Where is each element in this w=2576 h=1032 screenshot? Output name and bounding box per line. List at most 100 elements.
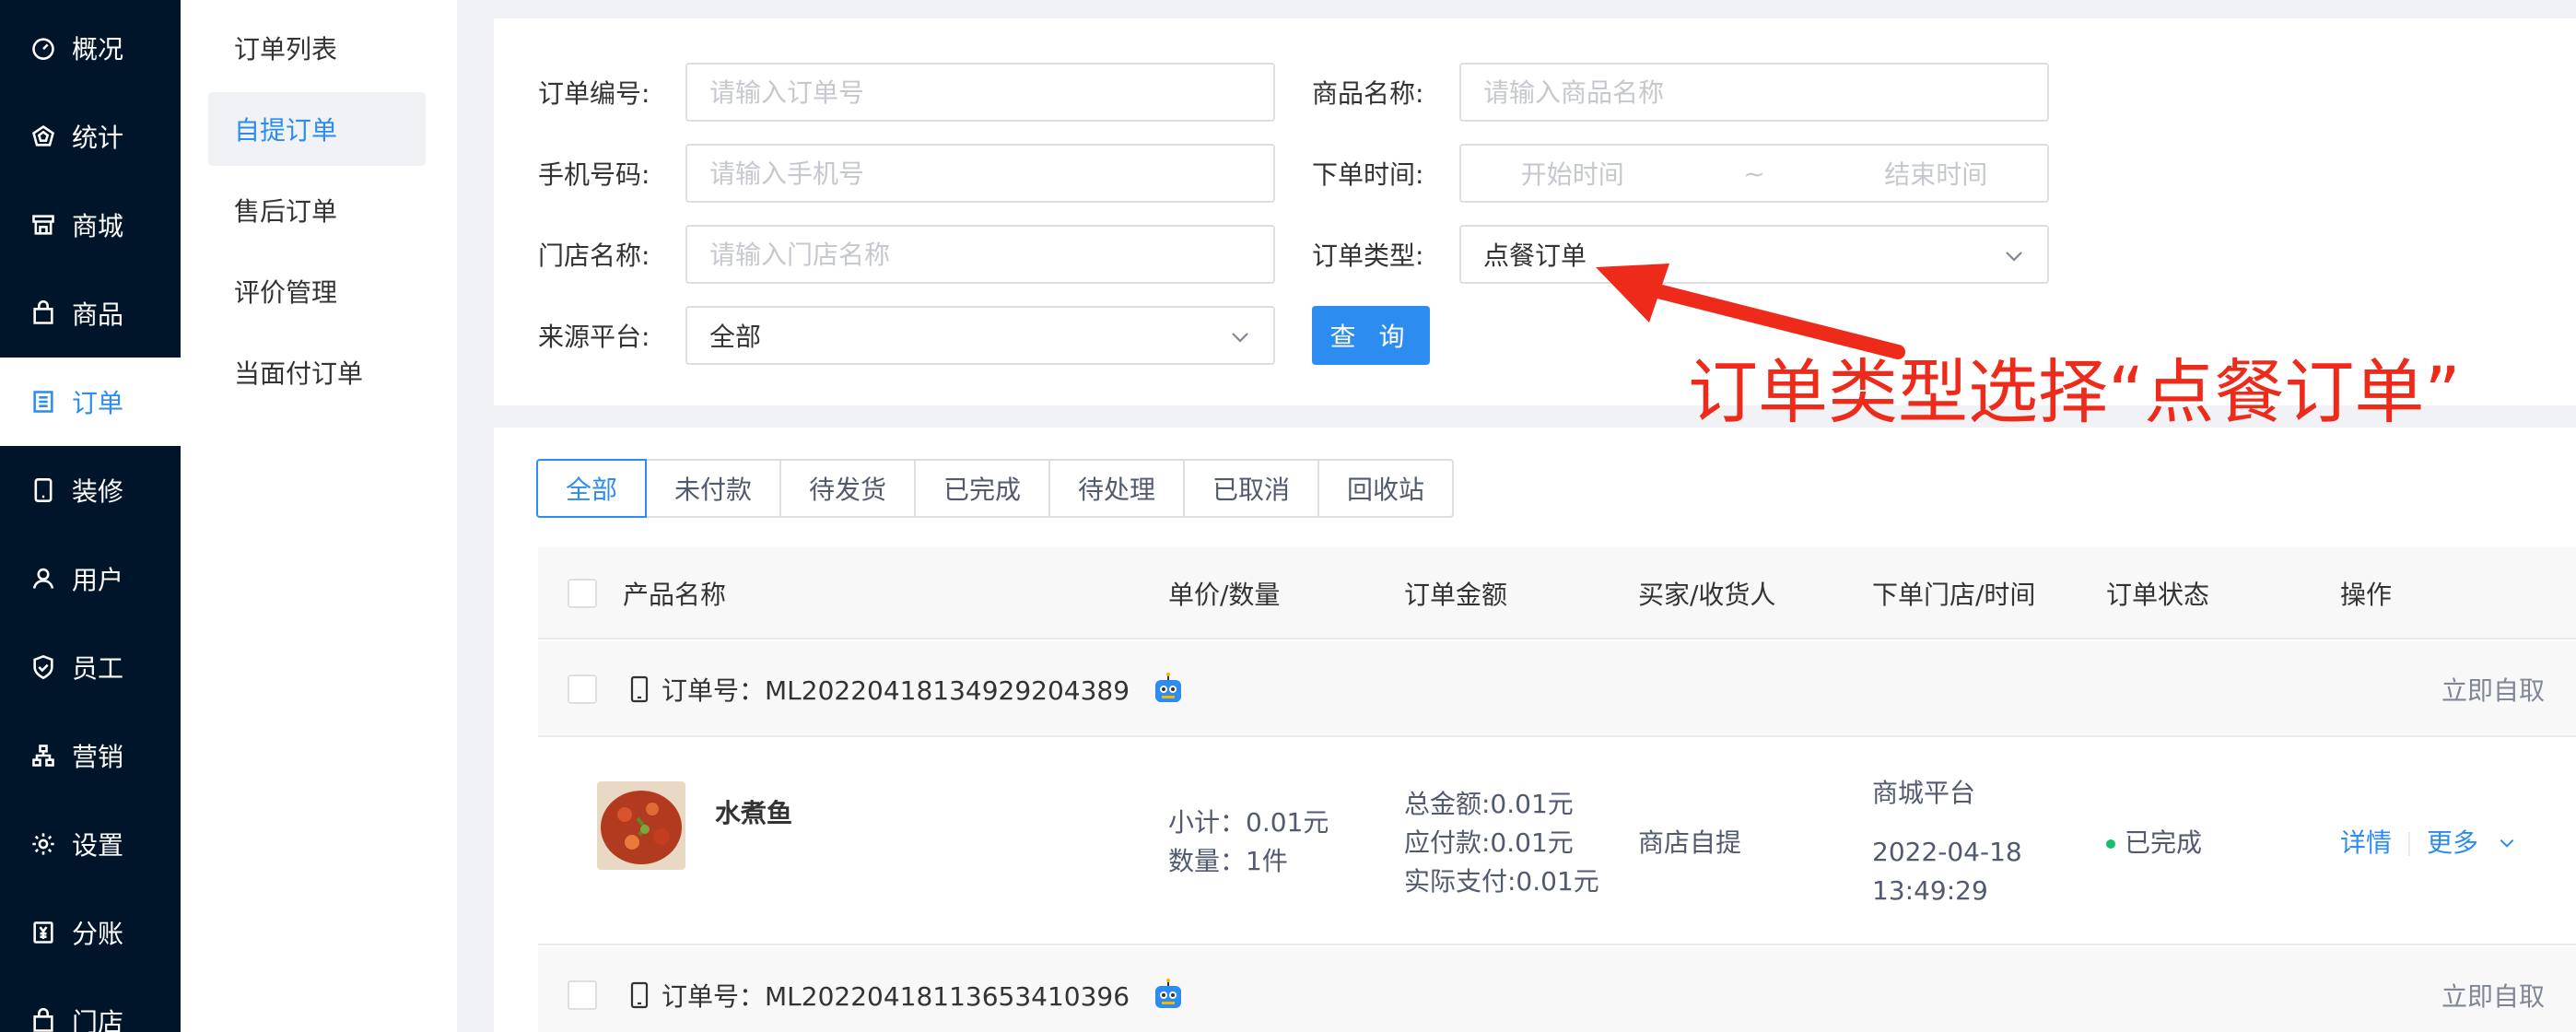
detail-link[interactable]: 详情	[2340, 827, 2392, 858]
order-item-row: 水煮鱼 小计：0.01元 数量：1件 总金额:0.01元 应付款:0.01元 实…	[538, 737, 2576, 945]
nav-item-marketing[interactable]: 营销	[0, 711, 181, 800]
nav-item-products[interactable]: 商品	[0, 269, 181, 358]
nav-item-decoration[interactable]: 装修	[0, 446, 181, 534]
mobile-icon	[630, 981, 649, 1009]
order-checkbox[interactable]	[568, 980, 597, 1010]
submenu-aftersale-orders[interactable]: 售后订单	[208, 173, 426, 247]
nav-label: 用户	[72, 565, 124, 595]
order-number: 订单号：ML20220418134929204389	[630, 641, 1187, 737]
store-label: 门店名称:	[538, 240, 650, 271]
nav-item-users[interactable]: 用户	[0, 534, 181, 623]
phone-input[interactable]	[685, 144, 1275, 203]
product-thumbnail	[597, 781, 685, 870]
nav-label: 门店	[72, 1007, 124, 1032]
nav-label: 设置	[72, 830, 124, 861]
source-platform-select[interactable]: 全部	[685, 306, 1275, 365]
payable-amount: 应付款:0.01元	[1404, 827, 1574, 858]
tablet-icon	[29, 476, 57, 504]
yen-icon	[29, 919, 57, 946]
store-icon	[29, 211, 57, 239]
store-name-input[interactable]	[685, 225, 1275, 284]
tab-pending[interactable]: 待处理	[1048, 459, 1185, 518]
header-actions: 操作	[2340, 580, 2393, 610]
status-text: 已完成	[2125, 827, 2203, 858]
tab-completed[interactable]: 已完成	[914, 459, 1050, 518]
order-header-row: 订单号：ML20220418113653410396 立即自取	[538, 947, 2576, 1032]
chevron-down-icon	[1229, 324, 1251, 346]
end-time-placeholder: 结束时间	[1884, 159, 1988, 190]
order-submenu: 订单列表 自提订单 售后订单 评价管理 当面付订单	[181, 0, 457, 1032]
nav-item-settings[interactable]: 设置	[0, 800, 181, 888]
nav-item-orders[interactable]: 订单	[0, 358, 181, 446]
pickup-now-button[interactable]: 立即自取	[2441, 641, 2545, 737]
tab-to-ship[interactable]: 待发货	[779, 459, 916, 518]
order-number: 订单号：ML20220418113653410396	[630, 947, 1187, 1032]
bag-icon	[29, 299, 57, 327]
tab-all[interactable]: 全部	[536, 459, 647, 518]
header-product: 产品名称	[623, 580, 727, 610]
shield-icon	[29, 653, 57, 681]
submenu-label: 自提订单	[234, 115, 338, 146]
header-buyer: 买家/收货人	[1638, 580, 1776, 610]
row-actions: 详情 更多	[2340, 824, 2516, 863]
range-separator: ~	[1743, 158, 1765, 189]
product-name-label: 商品名称:	[1312, 78, 1424, 109]
user-icon	[29, 565, 57, 592]
query-button[interactable]: 查 询	[1312, 306, 1430, 365]
nav-item-stores[interactable]: 门店	[0, 977, 181, 1032]
tab-unpaid[interactable]: 未付款	[645, 459, 781, 518]
nav-item-mall[interactable]: 商城	[0, 181, 181, 269]
pickup-now-button[interactable]: 立即自取	[2441, 947, 2545, 1032]
list-icon	[29, 388, 57, 416]
nav-label: 分账	[72, 919, 124, 949]
shop-icon	[29, 1007, 57, 1032]
status-dot	[2106, 839, 2115, 849]
submenu-order-list[interactable]: 订单列表	[208, 11, 426, 85]
order-header-row: 订单号：ML20220418134929204389 立即自取	[538, 641, 2576, 737]
store-name: 商城平台	[1872, 778, 1976, 808]
nav-label: 统计	[72, 123, 124, 153]
table-header: 产品名称 单价/数量 订单金额 买家/收货人 下单门店/时间 订单状态 操作	[538, 547, 2576, 639]
nav-item-overview[interactable]: 概况	[0, 4, 181, 92]
mobile-icon	[630, 675, 649, 703]
order-type-value: 点餐订单	[1483, 240, 1587, 271]
quantity: 数量：1件	[1168, 846, 1288, 876]
nav-item-split[interactable]: 分账	[0, 888, 181, 977]
submenu-label: 订单列表	[234, 34, 338, 64]
source-label: 来源平台:	[538, 322, 650, 352]
header-status: 订单状态	[2106, 580, 2210, 610]
order-no-input[interactable]	[685, 63, 1275, 122]
submenu-label: 当面付订单	[234, 358, 364, 389]
tab-cancelled[interactable]: 已取消	[1183, 459, 1319, 518]
order-time-label: 下单时间:	[1312, 159, 1424, 190]
total-amount: 总金额:0.01元	[1404, 789, 1574, 819]
network-icon	[29, 742, 57, 769]
source-value: 全部	[709, 322, 762, 352]
nav-item-staff[interactable]: 员工	[0, 623, 181, 711]
date-range-picker[interactable]: 开始时间 ~ 结束时间	[1459, 144, 2049, 203]
product-name-input[interactable]	[1459, 63, 2049, 122]
nav-label: 营销	[72, 742, 124, 772]
nav-item-stats[interactable]: 统计	[0, 92, 181, 181]
chevron-down-icon[interactable]	[2498, 825, 2516, 863]
nav-label: 装修	[72, 476, 124, 507]
status-tabs: 全部 未付款 待发货 已完成 待处理 已取消 回收站	[536, 459, 1454, 518]
more-link[interactable]: 更多	[2427, 827, 2478, 858]
tab-recycle-bin[interactable]: 回收站	[1317, 459, 1454, 518]
nav-label: 商城	[72, 211, 124, 241]
submenu-label: 售后订单	[234, 196, 338, 227]
header-store-time: 下单门店/时间	[1872, 580, 2036, 610]
order-date: 2022-04-18	[1872, 837, 2022, 867]
submenu-pickup-orders[interactable]: 自提订单	[208, 92, 426, 166]
phone-label: 手机号码:	[538, 159, 650, 190]
robot-icon	[1150, 977, 1187, 1014]
order-checkbox[interactable]	[568, 674, 597, 704]
order-number-text: 订单号：ML20220418134929204389	[662, 675, 1130, 706]
nav-label: 订单	[72, 388, 124, 418]
stats-icon	[29, 123, 57, 150]
submenu-reviews[interactable]: 评价管理	[208, 254, 426, 328]
product-name[interactable]: 水煮鱼	[715, 794, 792, 833]
buyer: 商店自提	[1638, 827, 1742, 858]
select-all-checkbox[interactable]	[568, 579, 597, 608]
submenu-facepay-orders[interactable]: 当面付订单	[208, 335, 426, 409]
